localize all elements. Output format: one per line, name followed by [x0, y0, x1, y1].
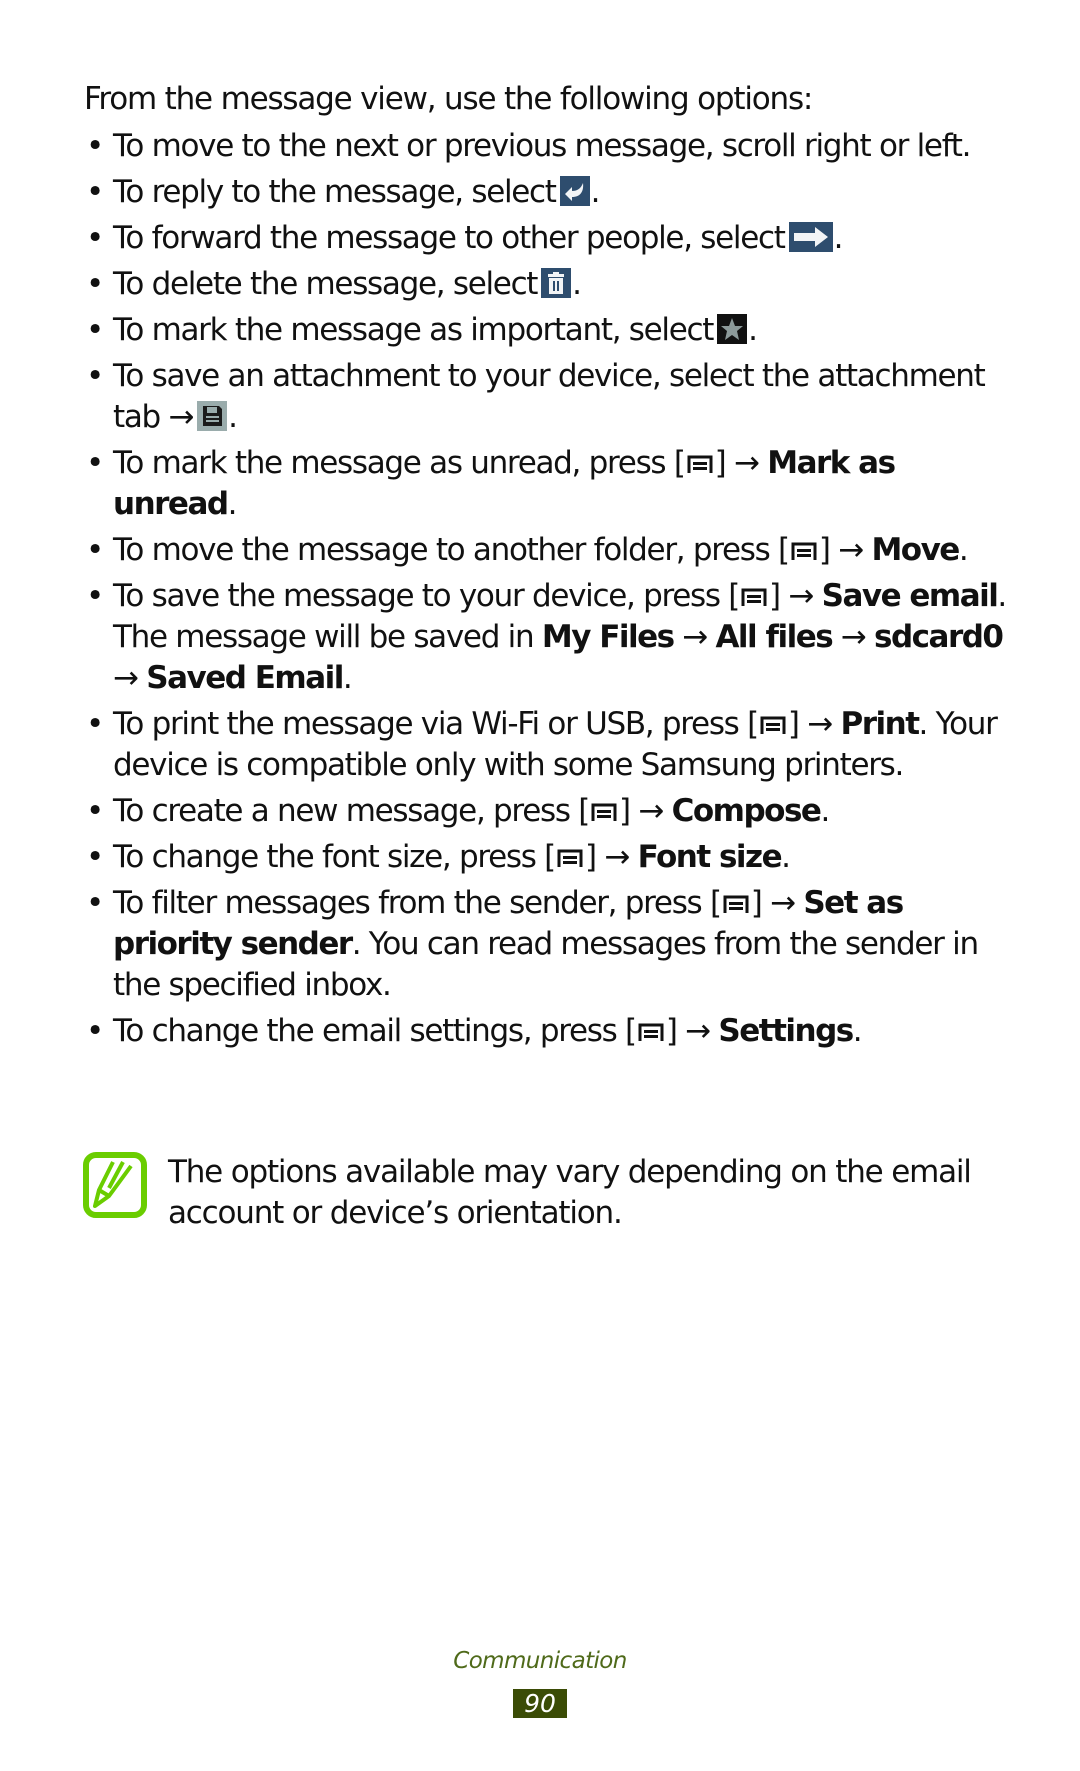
- item-text: To forward the message to other people, …: [113, 220, 786, 256]
- item-text: .: [748, 312, 758, 348]
- menu-key-icon: [590, 801, 618, 823]
- delete-icon: [541, 268, 572, 298]
- menu-option-font-size: Font size: [637, 839, 783, 875]
- item-text: ] →: [584, 839, 630, 875]
- item-text: .: [820, 793, 830, 829]
- item-text: .: [228, 399, 238, 435]
- list-item: • To move to the next or previous messag…: [84, 126, 1014, 167]
- list-item: • To change the font size, press [ ] → Fo…: [84, 837, 1014, 878]
- item-text: ] →: [619, 793, 664, 829]
- forward-icon: [788, 222, 833, 252]
- list-item: • To print the message via Wi-Fi or USB,…: [84, 704, 1014, 786]
- item-text: ] →: [665, 1013, 711, 1049]
- item-text: .: [342, 660, 353, 696]
- item-text: To change the email settings, press [: [113, 1013, 637, 1049]
- item-text: .: [852, 1013, 863, 1049]
- menu-key-icon: [722, 893, 750, 915]
- note-pencil-icon: [83, 1152, 147, 1218]
- arrow: →: [113, 660, 139, 696]
- menu-key-icon: [740, 586, 768, 608]
- path-saved-email: Saved Email: [146, 660, 344, 696]
- save-icon: [197, 401, 228, 431]
- bullet: •: [86, 266, 104, 302]
- item-text: .: [227, 486, 238, 522]
- item-text: ] →: [714, 445, 760, 481]
- item-text: To move the message to another folder, p…: [113, 532, 790, 568]
- item-text: .: [833, 220, 844, 256]
- bullet: •: [86, 220, 104, 256]
- path-my-files: My Files: [541, 619, 675, 655]
- item-text: ] →: [769, 578, 814, 614]
- note-text: The options available may vary depending…: [168, 1154, 972, 1231]
- item-text: To save the message to your device, pres…: [113, 578, 740, 614]
- bullet: •: [86, 578, 104, 614]
- item-text: To move to the next or previous message,…: [113, 128, 971, 164]
- bullet: •: [86, 174, 104, 210]
- list-item: • To save an attachment to your device, …: [84, 356, 1014, 438]
- menu-key-icon: [759, 714, 787, 736]
- reply-icon: [559, 176, 590, 206]
- list-item: • To delete the message, select.: [84, 264, 1014, 305]
- item-text: .: [781, 839, 791, 875]
- item-text: ] →: [750, 885, 796, 921]
- options-list: • To move to the next or previous messag…: [84, 126, 1014, 1057]
- list-item: • To move the message to another folder,…: [84, 530, 1014, 571]
- menu-key-icon: [790, 540, 818, 562]
- arrow: →: [840, 619, 867, 655]
- item-text: To save an attachment to your device, se…: [113, 358, 986, 435]
- bullet: •: [86, 358, 104, 394]
- bullet: •: [86, 445, 104, 481]
- menu-key-icon: [637, 1021, 665, 1043]
- item-text: ] →: [818, 532, 864, 568]
- list-item: • To forward the message to other people…: [84, 218, 1014, 259]
- menu-option-settings: Settings: [718, 1013, 854, 1049]
- arrow: →: [682, 619, 708, 655]
- list-item: • To filter messages from the sender, pr…: [84, 883, 1014, 1006]
- bullet: •: [86, 128, 104, 164]
- item-text: To filter messages from the sender, pres…: [113, 885, 722, 921]
- item-text: To create a new message, press [: [113, 793, 590, 829]
- intro-text: From the message view, use the following…: [84, 81, 813, 117]
- path-all-files: All files: [715, 619, 833, 655]
- item-text: To mark the message as important, select: [113, 312, 714, 348]
- bullet: •: [86, 706, 104, 742]
- item-text: To reply to the message, select: [113, 174, 557, 210]
- bullet: •: [86, 839, 104, 875]
- star-icon: [717, 314, 748, 344]
- menu-option-print: Print: [840, 706, 920, 742]
- bullet: •: [86, 532, 104, 568]
- item-text: .: [590, 174, 601, 210]
- bullet: •: [86, 312, 104, 348]
- item-text: .: [572, 266, 582, 302]
- bullet: •: [86, 1013, 104, 1049]
- item-text: To change the font size, press [: [113, 839, 556, 875]
- menu-option-compose: Compose: [671, 793, 822, 829]
- list-item: • To create a new message, press [ ] → Co…: [84, 791, 1014, 832]
- manual-page: From the message view, use the following…: [0, 0, 1080, 1771]
- list-item: • To change the email settings, press []…: [84, 1011, 1014, 1052]
- item-text: To print the message via Wi-Fi or USB, p…: [113, 706, 759, 742]
- page-number: 90: [513, 1689, 567, 1718]
- section-title: Communication: [453, 1648, 627, 1674]
- list-item: • To mark the message as important, sele…: [84, 310, 1014, 351]
- bullet: •: [86, 885, 104, 921]
- menu-option-save-email: Save email: [821, 578, 999, 614]
- list-item: • To save the message to your device, pr…: [84, 576, 1014, 699]
- path-sdcard0: sdcard0: [874, 619, 1004, 655]
- list-item: • To mark the message as unread, press […: [84, 443, 1014, 525]
- item-text: .: [958, 532, 969, 568]
- menu-key-icon: [556, 847, 584, 869]
- bullet: •: [86, 793, 104, 829]
- item-text: ] →: [787, 706, 833, 742]
- menu-key-icon: [686, 453, 714, 475]
- item-text: To delete the message, select: [113, 266, 538, 302]
- menu-option-move: Move: [871, 532, 960, 568]
- item-text: To mark the message as unread, press [: [113, 445, 686, 481]
- list-item: • To reply to the message, select.: [84, 172, 1014, 213]
